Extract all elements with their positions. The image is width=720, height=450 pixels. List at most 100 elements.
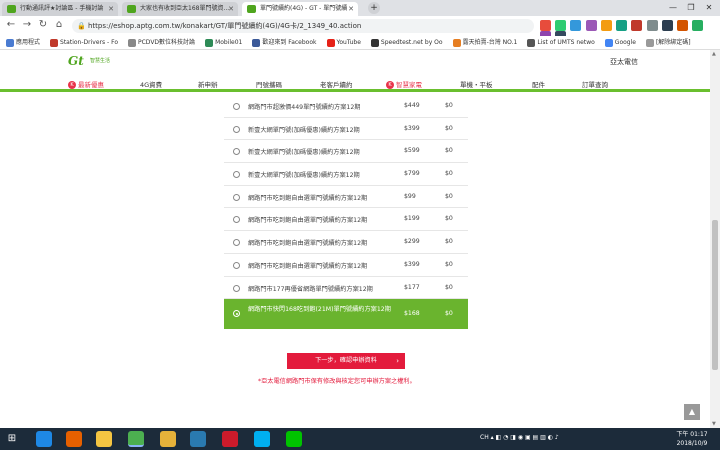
extension-icon[interactable]	[631, 20, 643, 31]
back-icon[interactable]: ←	[4, 18, 18, 32]
extension-icon[interactable]	[692, 20, 704, 31]
minimize-button[interactable]: —	[664, 0, 682, 16]
nav-smart-appliances[interactable]: K 智慧家電	[386, 79, 422, 89]
plan-name: 新壹大網單門號(加碼優惠)續約方案12期	[248, 126, 360, 134]
google-icon	[604, 39, 613, 47]
library-icon[interactable]	[190, 431, 206, 447]
close-tab-icon[interactable]: ✕	[108, 2, 114, 16]
plan-fee: $0	[445, 102, 453, 109]
extension-icon[interactable]	[677, 20, 689, 31]
plan-price: $99	[404, 192, 416, 200]
radio-button[interactable]	[233, 193, 240, 201]
bookmark-google[interactable]: Google	[603, 36, 636, 49]
close-window-button[interactable]: ✕	[700, 0, 718, 16]
radio-button[interactable]	[233, 125, 240, 133]
extension-icon[interactable]	[585, 20, 597, 31]
plan-row[interactable]: 網路門市吃到飽自由選單門號續約方案12期 $199 $0	[224, 208, 468, 232]
gt-logo[interactable]: Gt 智慧生活	[68, 54, 128, 70]
folder-icon[interactable]	[160, 431, 176, 447]
forward-icon[interactable]: →	[20, 18, 34, 32]
home-icon[interactable]: ⌂	[52, 18, 66, 32]
close-tab-icon[interactable]: ✕	[228, 2, 234, 16]
bookmark-unbind-code[interactable]: [解除綁定碼]	[644, 36, 691, 49]
radio-button[interactable]	[233, 216, 240, 224]
bookmark-speedtest[interactable]: Speedtest.net by Oo	[369, 36, 443, 49]
terms-notice: *亞太電信網路門市保有修改與核定您可申辦方案之權利。	[258, 378, 416, 385]
page-content: 網路門市超激價449單門號續約方案12期 $449 $0 新壹大網單門號(加碼優…	[0, 95, 710, 428]
bookmark-umts[interactable]: List of UMTS netwo	[525, 36, 595, 49]
system-tray[interactable]: CH ▴ ◧ ◔ ◨ ◉ ▣ ▤ ▥ ◐ ♪	[480, 434, 559, 441]
browser-tab-3-active[interactable]: 單門號續約(4G) - GT - 單門號續 ✕	[242, 2, 358, 16]
plan-row[interactable]: 網路門市吃到飽自由選單門號續約方案12期 $399 $0	[224, 253, 468, 277]
internet-explorer-icon[interactable]	[36, 431, 52, 447]
line-icon[interactable]	[286, 431, 302, 447]
nav-renewal[interactable]: 老客戶續約	[320, 79, 353, 89]
maximize-button[interactable]: ❐	[682, 0, 700, 16]
browser-tab-1[interactable]: 行動通訊評★討論區 - 手機討論 ✕	[2, 2, 118, 16]
next-step-button[interactable]: 下一步，確認申辦資料 ›	[287, 353, 405, 369]
radio-button[interactable]	[233, 171, 240, 179]
nav-number-porting[interactable]: 門號攜碼	[256, 79, 282, 89]
address-bar[interactable]: 🔒 https://eshop.aptg.com.tw/konakart/GT/…	[72, 19, 534, 33]
page-scrollbar[interactable]: ▲ ▼	[710, 50, 720, 428]
close-tab-icon[interactable]: ✕	[348, 2, 354, 16]
extension-icon[interactable]	[570, 20, 582, 31]
plan-price: $399	[404, 260, 420, 268]
bookmark-apps[interactable]: 應用程式	[4, 36, 40, 49]
extension-icon[interactable]	[540, 20, 551, 31]
file-explorer-icon[interactable]	[96, 431, 112, 447]
plan-row[interactable]: 網路門市吃到飽自由選單門號續約方案12期 $299 $0	[224, 231, 468, 254]
brand-name[interactable]: 亞太電信	[610, 57, 638, 67]
scrollbar-thumb[interactable]	[712, 220, 718, 370]
extension-icon[interactable]	[661, 20, 673, 31]
nav-order-query[interactable]: 訂單查詢	[582, 79, 608, 89]
system-clock[interactable]: 下午 01:17 2018/10/9	[672, 430, 712, 448]
scroll-up-arrow-icon[interactable]: ▲	[712, 51, 716, 57]
plan-row[interactable]: 網路門市超激價449單門號續約方案12期 $449 $0	[224, 95, 468, 118]
plan-row[interactable]: 新壹大網單門號(加碼優惠)續約方案12期 $599 $0	[224, 140, 468, 164]
bookmark-favicon-icon	[370, 39, 379, 47]
hot-badge-icon: K	[386, 81, 394, 89]
opera-icon[interactable]	[222, 431, 238, 447]
radio-button[interactable]	[233, 261, 240, 269]
scroll-to-top-button[interactable]: ▲	[684, 404, 700, 420]
plan-row[interactable]: 網路門市177再優省網路單門號續約方案12期 $177 $0	[224, 276, 468, 300]
browser-tab-bar: 行動通訊評★討論區 - 手機討論 ✕ 大家也有收到亞太168單門號資... ✕ …	[0, 0, 720, 16]
extension-icon[interactable]	[616, 20, 628, 31]
radio-button-checked[interactable]	[233, 310, 240, 318]
windows-start-icon[interactable]: ⊞	[4, 432, 20, 446]
extension-icon[interactable]	[555, 20, 567, 31]
bookmark-station-drivers[interactable]: Station-Drivers - Fo	[48, 36, 118, 49]
nav-devices-tablets[interactable]: 單機・平板	[460, 79, 493, 89]
scroll-down-arrow-icon[interactable]: ▼	[712, 421, 716, 427]
radio-button[interactable]	[233, 148, 240, 156]
chrome-icon[interactable]	[128, 431, 144, 447]
bookmark-facebook[interactable]: 歡迎來到 Facebook	[250, 36, 317, 49]
nav-accessories[interactable]: 配件	[532, 79, 545, 89]
wikipedia-icon	[527, 39, 536, 47]
browser-tab-2[interactable]: 大家也有收到亞太168單門號資... ✕	[122, 2, 238, 16]
bookmark-mobile01[interactable]: Mobile01	[203, 36, 242, 49]
radio-button[interactable]	[233, 239, 240, 247]
input-language-indicator[interactable]: CH	[480, 434, 489, 441]
site-favicon-icon	[247, 5, 256, 13]
nav-latest-offers[interactable]: K 最新優惠	[68, 79, 104, 89]
extension-icon[interactable]	[646, 20, 658, 31]
reload-icon[interactable]: ↻	[36, 18, 50, 32]
nav-new-application[interactable]: 新申辦	[198, 79, 218, 89]
bookmark-ruten[interactable]: 露天拍賣-台灣 NO.1	[451, 36, 517, 49]
bookmark-youtube[interactable]: YouTube	[325, 36, 361, 49]
bookmark-pcdvd[interactable]: PCDVD數位科技討論	[126, 36, 195, 49]
plan-row[interactable]: 新壹大網單門號(加碼優惠)續約方案12期 $399 $0	[224, 117, 468, 141]
chevron-right-icon: ›	[396, 357, 399, 365]
plan-row[interactable]: 網路門市吃到飽自由選單門號續約方案12期 $99 $0	[224, 185, 468, 209]
skype-icon[interactable]	[254, 431, 270, 447]
radio-button[interactable]	[233, 284, 240, 292]
nav-4g-plans[interactable]: 4G資費	[140, 79, 162, 89]
firefox-icon[interactable]	[66, 431, 82, 447]
new-tab-button[interactable]: +	[368, 2, 380, 14]
radio-button[interactable]	[233, 103, 240, 110]
extension-icon[interactable]	[600, 20, 612, 31]
plan-row[interactable]: 新壹大網單門號(加碼優惠)續約方案12期 $799 $0	[224, 163, 468, 186]
plan-row-selected[interactable]: 網路門市快閃168吃到飽(21M)單門號續約方案12期 $168 $0	[224, 299, 468, 330]
